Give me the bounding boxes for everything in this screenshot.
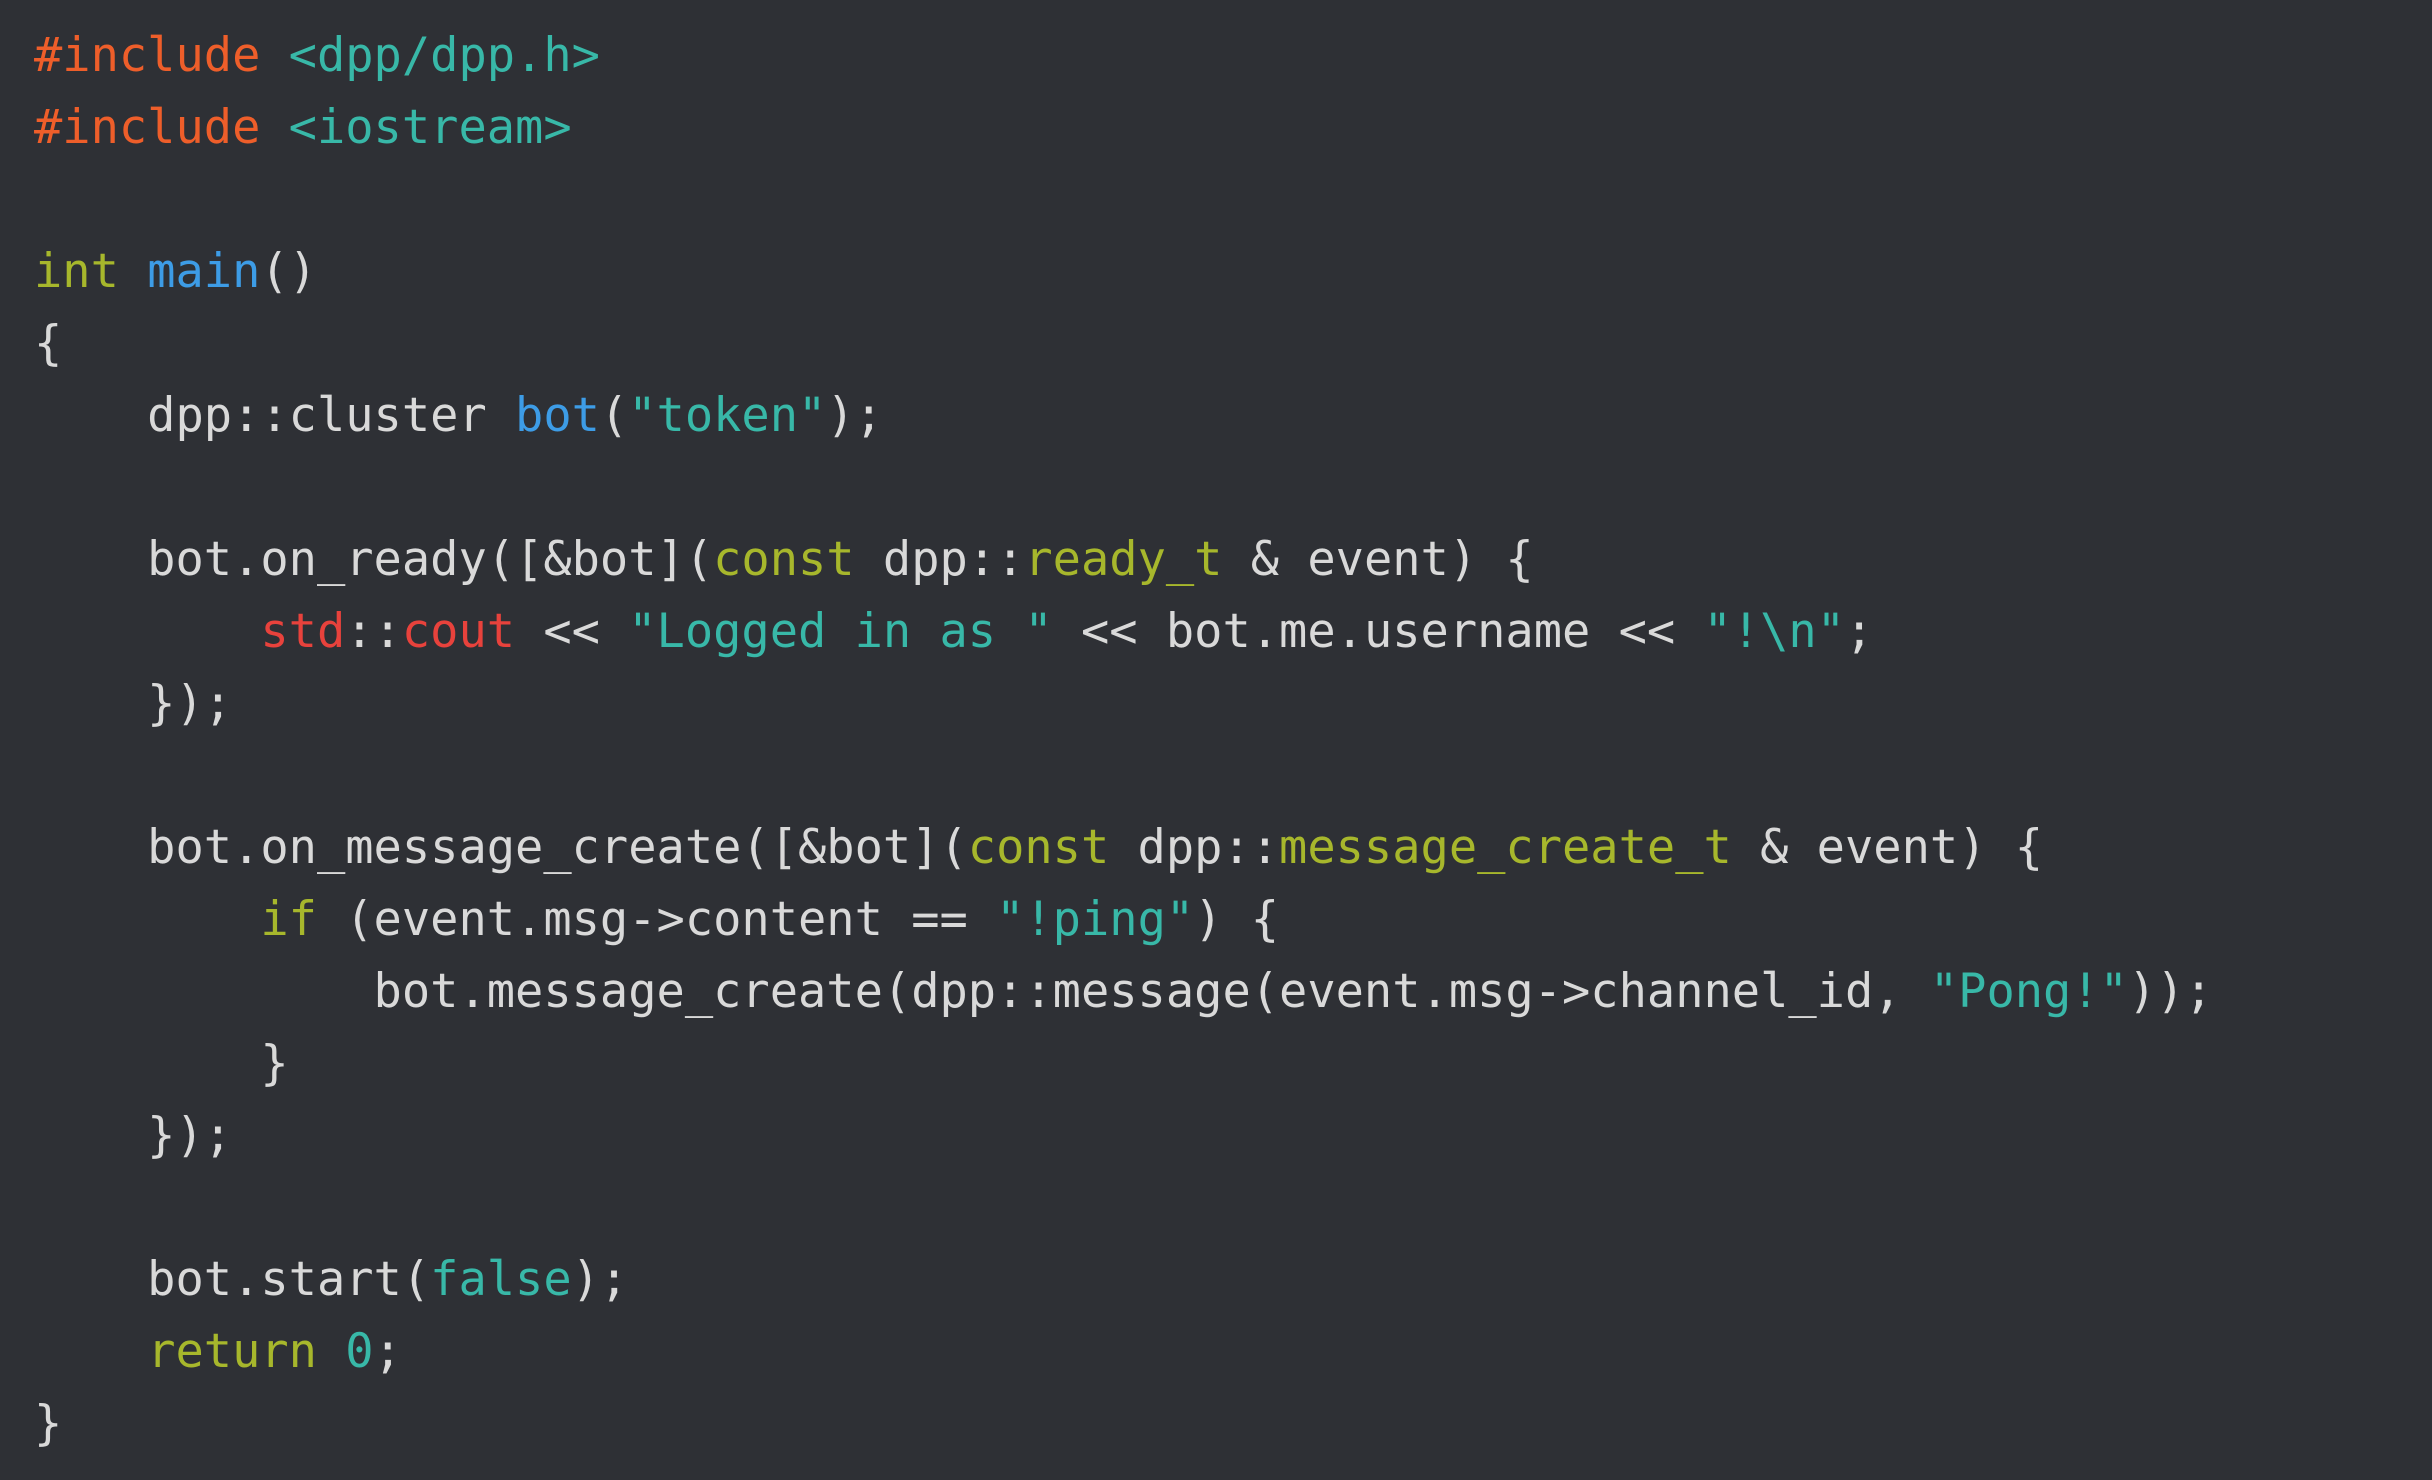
code-token-directive: #include xyxy=(34,28,261,83)
code-line[interactable]: dpp::cluster bot("token"); xyxy=(34,380,2432,452)
code-token-literal: 0 xyxy=(345,1324,374,1379)
code-line[interactable]: if (event.msg->content == "!ping") { xyxy=(34,884,2432,956)
code-editor[interactable]: #include <dpp/dpp.h> #include <iostream> … xyxy=(0,0,2432,1480)
code-token-std: cout xyxy=(401,604,516,659)
code-line[interactable]: } xyxy=(34,1388,2432,1460)
code-token-plain: bot.on_ready([&bot]( xyxy=(34,532,714,587)
code-token-type: message_create_t xyxy=(1279,820,1732,875)
code-token-type: const xyxy=(713,532,855,587)
code-token-plain: dpp:: xyxy=(1109,820,1280,875)
code-line[interactable]: int main() xyxy=(34,236,2432,308)
code-token-plain: << xyxy=(515,604,629,659)
code-line[interactable]: bot.start(false); xyxy=(34,1244,2432,1316)
code-token-string: "token" xyxy=(628,388,827,443)
code-token-func: main xyxy=(147,244,261,299)
code-token-string: "Logged in as " xyxy=(628,604,1053,659)
code-token-plain: ; xyxy=(373,1324,402,1379)
code-token-plain: bot.start( xyxy=(34,1252,431,1307)
code-token-plain: << bot.me.username << xyxy=(1052,604,1704,659)
code-token-plain: ; xyxy=(1845,604,1874,659)
code-line[interactable]: } xyxy=(34,1028,2432,1100)
code-line[interactable]: bot.message_create(dpp::message(event.ms… xyxy=(34,956,2432,1028)
code-line[interactable]: }); xyxy=(34,1100,2432,1172)
code-token-header: <iostream> xyxy=(288,100,572,155)
code-line[interactable]: bot.on_message_create([&bot](const dpp::… xyxy=(34,812,2432,884)
code-token-plain: dpp:: xyxy=(854,532,1025,587)
code-line[interactable]: #include <dpp/dpp.h> xyxy=(34,20,2432,92)
code-token-plain: }); xyxy=(34,1108,233,1163)
code-line[interactable]: return 0; xyxy=(34,1316,2432,1388)
code-token-plain: ); xyxy=(826,388,883,443)
code-token-string: "!\n" xyxy=(1703,604,1845,659)
code-line[interactable] xyxy=(34,1172,2432,1244)
code-line[interactable] xyxy=(34,740,2432,812)
code-token-plain: } xyxy=(34,1396,63,1451)
code-token-plain: & event) { xyxy=(1222,532,1534,587)
code-token-keyword: return xyxy=(147,1324,317,1379)
code-token-directive: #include xyxy=(34,100,261,155)
code-token-plain: :: xyxy=(345,604,402,659)
code-token-std: std xyxy=(260,604,346,659)
code-token-literal: false xyxy=(430,1252,572,1307)
code-token-plain: }); xyxy=(34,676,233,731)
code-token-string: "Pong!" xyxy=(1929,964,2128,1019)
code-token-plain: (event.msg->content == xyxy=(316,892,997,947)
code-token-plain: { xyxy=(34,316,63,371)
code-token-plain: ( xyxy=(599,388,629,443)
code-token-plain: )); xyxy=(2127,964,2213,1019)
code-line[interactable]: std::cout << "Logged in as " << bot.me.u… xyxy=(34,596,2432,668)
code-line[interactable]: }); xyxy=(34,668,2432,740)
code-token-keyword: if xyxy=(260,892,317,947)
code-token-header: <dpp/dpp.h> xyxy=(288,28,600,83)
code-token-type: const xyxy=(967,820,1110,875)
code-token-plain: ); xyxy=(571,1252,629,1307)
code-token-plain: bot.message_create(dpp::message(event.ms… xyxy=(34,964,1930,1019)
code-token-type: int xyxy=(34,244,119,299)
code-line[interactable] xyxy=(34,164,2432,236)
code-line[interactable]: #include <iostream> xyxy=(34,92,2432,164)
code-token-plain: & event) { xyxy=(1731,820,2044,875)
code-token-func: bot xyxy=(515,388,600,443)
code-token-plain: bot.on_message_create([&bot]( xyxy=(34,820,968,875)
code-line[interactable]: bot.on_ready([&bot](const dpp::ready_t &… xyxy=(34,524,2432,596)
code-line[interactable] xyxy=(34,452,2432,524)
code-token-type: ready_t xyxy=(1024,532,1223,587)
code-token-string: "!ping" xyxy=(996,892,1195,947)
code-block[interactable]: #include <dpp/dpp.h> #include <iostream> … xyxy=(34,20,2432,1460)
code-token-plain: dpp::cluster xyxy=(34,388,516,443)
code-token-plain: ) { xyxy=(1194,892,1280,947)
code-line[interactable]: { xyxy=(34,308,2432,380)
code-token-plain: () xyxy=(260,244,317,299)
code-token-plain: } xyxy=(34,1036,289,1091)
